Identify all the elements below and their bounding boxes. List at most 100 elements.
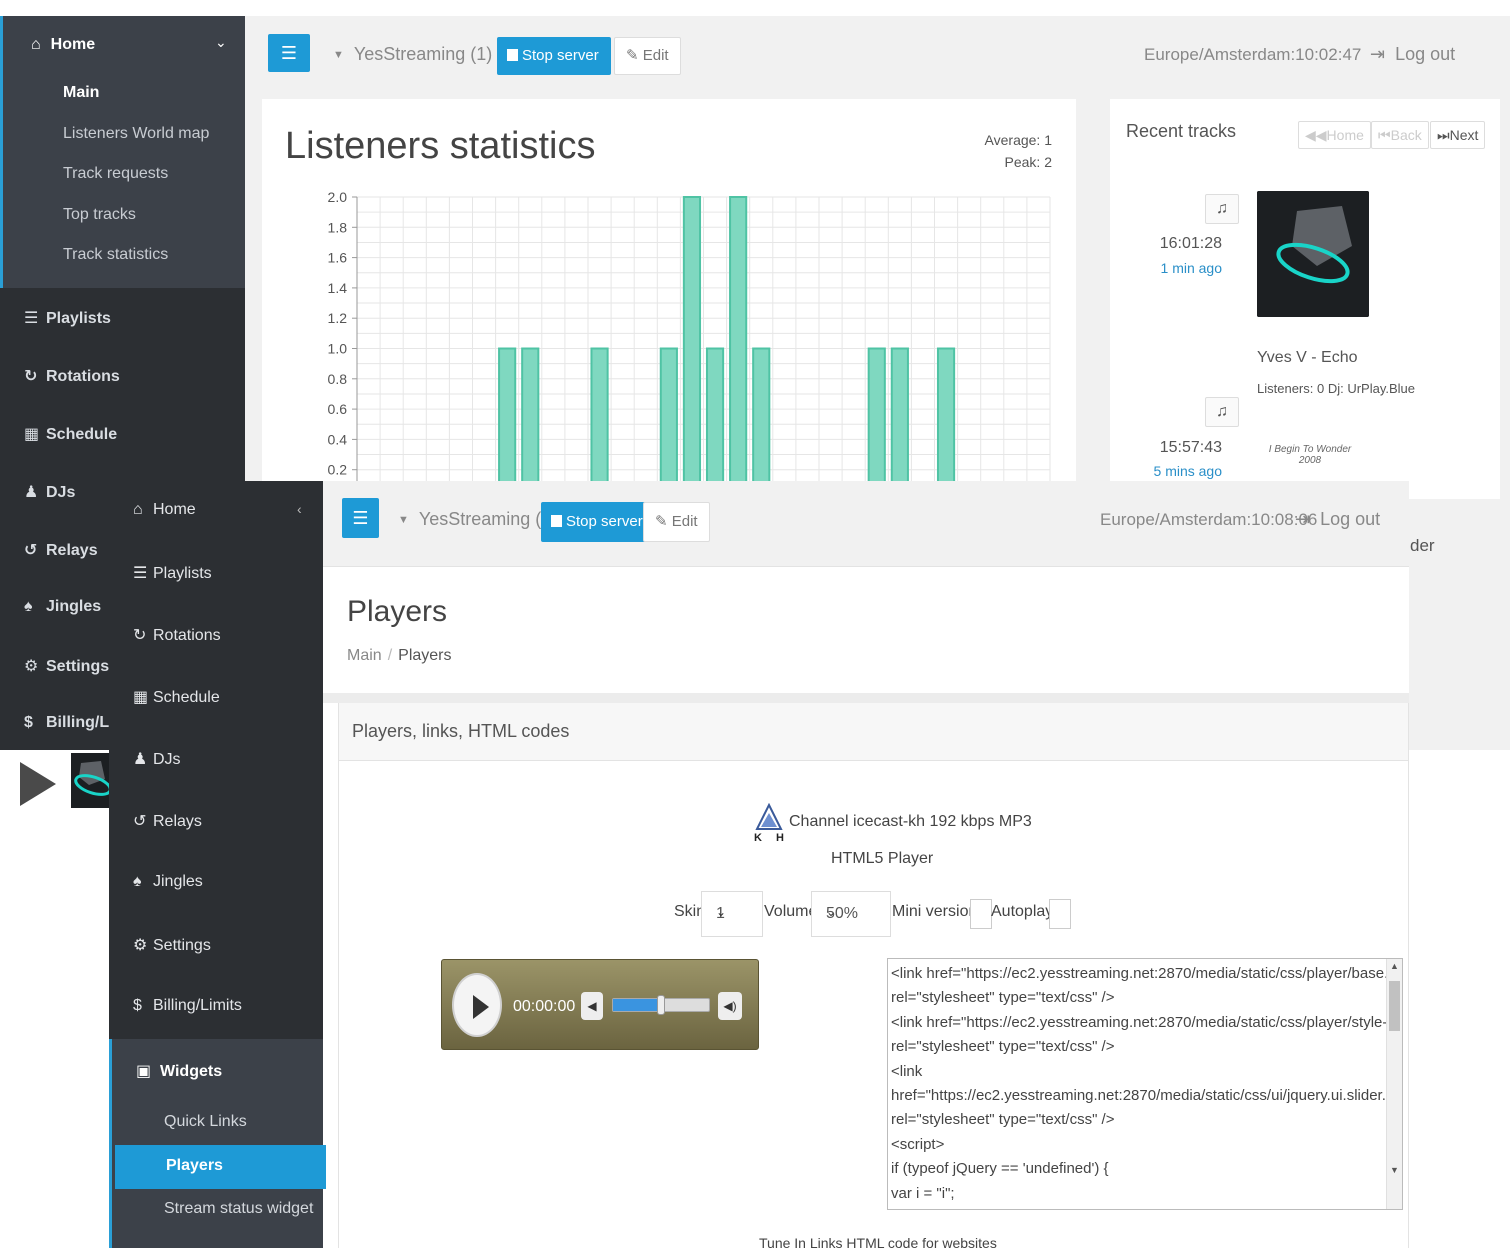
edit-button[interactable]: ✎ Edit [643,502,710,542]
sidebar-item-listeners-world-map[interactable]: Listeners World map [63,125,209,143]
server-selector[interactable]: ▼ YesStreaming (1) [398,509,557,530]
volume-max-icon[interactable]: ◀) [718,992,742,1020]
sidebar-item-billing-limits[interactable]: $ Billing/Limits [133,997,242,1015]
edit-button[interactable]: ✎ Edit [614,37,681,75]
chart-bar [682,196,702,499]
y-tick-label: 2.0 [328,189,348,205]
tune-in-heading: Tune In Links HTML code for websites [759,1235,997,1251]
logout-link[interactable]: ⇥ Log out [1295,509,1380,530]
sidebar-item-djs[interactable]: ♟ DJs [133,749,181,769]
server-clock: Europe/Amsterdam:10:08:06 [1100,510,1318,529]
play-button[interactable] [452,973,502,1037]
sidebar-item-schedule[interactable]: ▦ Schedule [24,424,117,444]
sidebar-item-relays[interactable]: ↺ Relays [133,811,202,831]
gears-icon: ⚙ [24,658,39,675]
sidebar-item-quick-links[interactable]: Quick Links [164,1113,247,1131]
relay-icon: ↺ [24,542,38,559]
players-panel: Players, links, HTML codes K H Channel i… [338,703,1409,1251]
server-selector[interactable]: ▼ YesStreaming (1) [333,44,492,65]
sidebar-item-relays[interactable]: ↺ Relays [24,540,98,560]
menu-toggle-button[interactable]: ☰ [342,498,379,538]
code-line: var i = "i"; [891,1184,955,1202]
y-tick-label: 1.2 [328,310,348,326]
refresh-icon: ↻ [133,627,147,644]
skin-select[interactable]: 1 ⌄ [701,891,763,937]
server-clock: Europe/Amsterdam:10:02:47 [1144,45,1362,64]
sidebar: ⌂ Home ‹ ☰ Playlists ↻ Rotations ▦ Schedule … [109,481,326,1248]
logout-link[interactable]: ⇥ Log out [1370,44,1455,65]
y-tick-label: 0.4 [328,431,348,447]
sidebar-item-settings[interactable]: ⚙ Settings [133,935,211,955]
sidebar-item-track-statistics[interactable]: Track statistics [63,246,168,264]
track-name[interactable]: Yves V - Echo [1257,349,1358,367]
sidebar-item-djs[interactable]: ♟ DJs [24,482,75,502]
sidebar-item-settings[interactable]: ⚙ Settings [24,656,109,676]
breadcrumb-main-link[interactable]: Main [347,647,382,664]
recent-tracks-peek: der [1410,536,1435,555]
sidebar-item-stream-status-widget[interactable]: Stream status widget [164,1200,313,1218]
caret-down-icon: ▼ [398,514,409,526]
chevron-down-icon[interactable]: ⌄ [215,34,227,51]
channel-name: Channel icecast-kh 192 kbps MP3 [789,813,1032,830]
mute-icon[interactable]: ◀ [581,992,603,1020]
mini-version-checkbox[interactable] [970,899,992,929]
y-tick-label: 0.6 [328,401,348,417]
hamburger-icon: ☰ [352,508,369,528]
gift-icon: ▣ [136,1063,152,1080]
sidebar-item-playlists[interactable]: ☰ Playlists [24,308,111,328]
sidebar-item-jingles[interactable]: ♠ Jingles [24,598,101,616]
stop-server-button[interactable]: Stop server [541,502,653,542]
scroll-thumb[interactable] [1389,981,1400,1031]
chevron-left-icon[interactable]: ‹ [297,501,302,517]
dollar-icon: $ [24,714,33,731]
embed-code-textarea[interactable]: <link href="https://ec2.yesstreaming.net… [887,958,1403,1210]
recent-home-button[interactable]: ◀◀Home [1298,121,1371,149]
volume-slider[interactable] [612,995,710,1015]
sidebar-item-rotations[interactable]: ↻ Rotations [133,625,221,645]
user-icon: ♟ [133,751,148,768]
track-listeners: Listeners: 0 Dj: UrPlay.Blue [1257,381,1415,396]
code-line: <link [891,1062,923,1080]
y-tick-label: 1.8 [328,219,348,235]
sidebar-item-top-tracks[interactable]: Top tracks [63,206,136,224]
sidebar-item-playlists[interactable]: ☰ Playlists [133,563,212,583]
scrollbar[interactable]: ▲ ▼ [1386,959,1402,1209]
stop-icon [551,515,562,527]
chevron-down-icon: ⌄ [826,905,837,919]
edit-icon: ✎ [655,513,668,530]
track-time: 15:57:43 [1159,439,1222,456]
scroll-down-icon[interactable]: ▼ [1390,1165,1399,1175]
sidebar-widgets-section: ▣ Widgets Quick Links Players Stream sta… [109,1039,326,1248]
sidebar-item-jingles[interactable]: ♠ Jingles [133,873,203,891]
recent-next-button[interactable]: ⏭Next [1430,121,1486,149]
listeners-statistics-card: 2.0 1.8 1.6 1.4 1.2 1.0 0.8 0.6 0.4 0.2 Listeners… [262,99,1076,499]
autoplay-checkbox[interactable] [1049,899,1071,929]
menu-toggle-button[interactable]: ☰ [268,34,310,72]
recent-back-button[interactable]: ⏮Back [1371,121,1429,149]
sidebar-item-schedule[interactable]: ▦ Schedule [133,687,220,707]
sidebar-item-players[interactable]: Players [115,1145,326,1189]
sidebar-item-billing[interactable]: $ Billing/Li [24,714,114,732]
scroll-up-icon[interactable]: ▲ [1390,961,1399,971]
list-icon: ☰ [24,310,39,327]
chart-bar [936,347,956,499]
code-line: if (typeof jQuery == 'undefined') { [891,1160,1109,1178]
code-line: rel="stylesheet" type="text/css" /> [891,1111,1115,1129]
home-icon: ⌂ [133,501,143,518]
list-icon: ☰ [133,565,148,582]
volume-select[interactable]: 50% ⌄ [811,891,891,937]
track-ago: 5 mins ago [1153,463,1222,479]
code-line: <link href="https://ec2.yesstreaming.net… [891,1013,1403,1031]
play-icon[interactable] [20,762,56,806]
volume-handle[interactable] [657,995,665,1015]
sidebar-item-main[interactable]: Main [63,84,99,102]
step-backward-icon: ⏮ [1378,127,1391,143]
sidebar-item-home[interactable]: ⌂ Home [133,501,196,519]
panel-heading: Players, links, HTML codes [339,703,1408,761]
sidebar-item-home[interactable]: ⌂ Home [31,36,95,54]
stop-server-button[interactable]: Stop server [497,37,611,75]
html5-player: 00:00:00 ◀ ◀) [441,959,759,1050]
sidebar-item-widgets[interactable]: ▣ Widgets [136,1061,222,1081]
sidebar-item-rotations[interactable]: ↻ Rotations [24,366,120,386]
sidebar-item-track-requests[interactable]: Track requests [63,165,168,183]
